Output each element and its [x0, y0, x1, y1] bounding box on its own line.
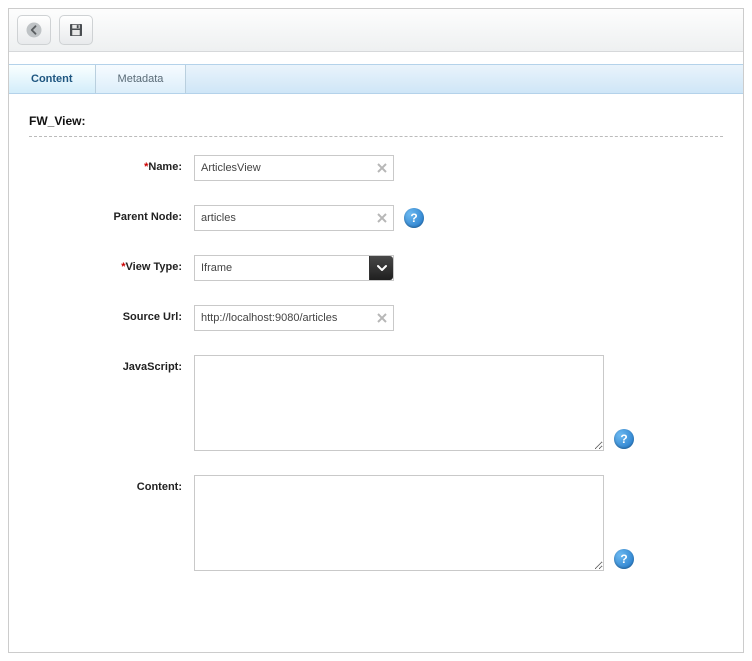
- back-button[interactable]: [17, 15, 51, 45]
- source-url-input[interactable]: [194, 305, 394, 331]
- section-title: FW_View:: [29, 114, 723, 128]
- tabstrip: Content Metadata: [9, 64, 743, 94]
- label-content: Content:: [29, 475, 194, 493]
- save-icon: [67, 21, 85, 39]
- toolbar: [9, 9, 743, 52]
- save-button[interactable]: [59, 15, 93, 45]
- clear-icon[interactable]: [375, 311, 389, 325]
- label-javascript: JavaScript:: [29, 355, 194, 373]
- help-icon[interactable]: ?: [404, 208, 424, 228]
- tab-metadata-label: Metadata: [118, 73, 164, 85]
- clear-icon[interactable]: [375, 161, 389, 175]
- form-content: FW_View: *Name: Parent Node:: [9, 94, 743, 605]
- tab-content[interactable]: Content: [9, 65, 96, 93]
- section-divider: [29, 136, 723, 137]
- content-textarea[interactable]: [194, 475, 604, 571]
- editor-panel: Content Metadata FW_View: *Name:: [8, 8, 744, 653]
- tab-content-label: Content: [31, 73, 73, 85]
- view-type-select[interactable]: Iframe: [194, 255, 394, 281]
- javascript-textarea[interactable]: [194, 355, 604, 451]
- clear-icon[interactable]: [375, 211, 389, 225]
- label-name: *Name:: [29, 155, 194, 173]
- row-name: *Name:: [29, 155, 723, 181]
- row-parent-node: Parent Node: ?: [29, 205, 723, 231]
- row-content-field: Content: ?: [29, 475, 723, 571]
- label-parent-node: Parent Node:: [29, 205, 194, 223]
- chevron-down-icon[interactable]: [369, 256, 393, 280]
- tab-metadata[interactable]: Metadata: [96, 65, 187, 93]
- back-arrow-icon: [25, 21, 43, 39]
- row-view-type: *View Type: Iframe: [29, 255, 723, 281]
- view-type-value: Iframe: [195, 262, 369, 274]
- name-input[interactable]: [194, 155, 394, 181]
- help-icon[interactable]: ?: [614, 549, 634, 569]
- row-source-url: Source Url:: [29, 305, 723, 331]
- row-javascript: JavaScript: ?: [29, 355, 723, 451]
- help-icon[interactable]: ?: [614, 429, 634, 449]
- parent-node-input[interactable]: [194, 205, 394, 231]
- label-view-type: *View Type:: [29, 255, 194, 273]
- label-source-url: Source Url:: [29, 305, 194, 323]
